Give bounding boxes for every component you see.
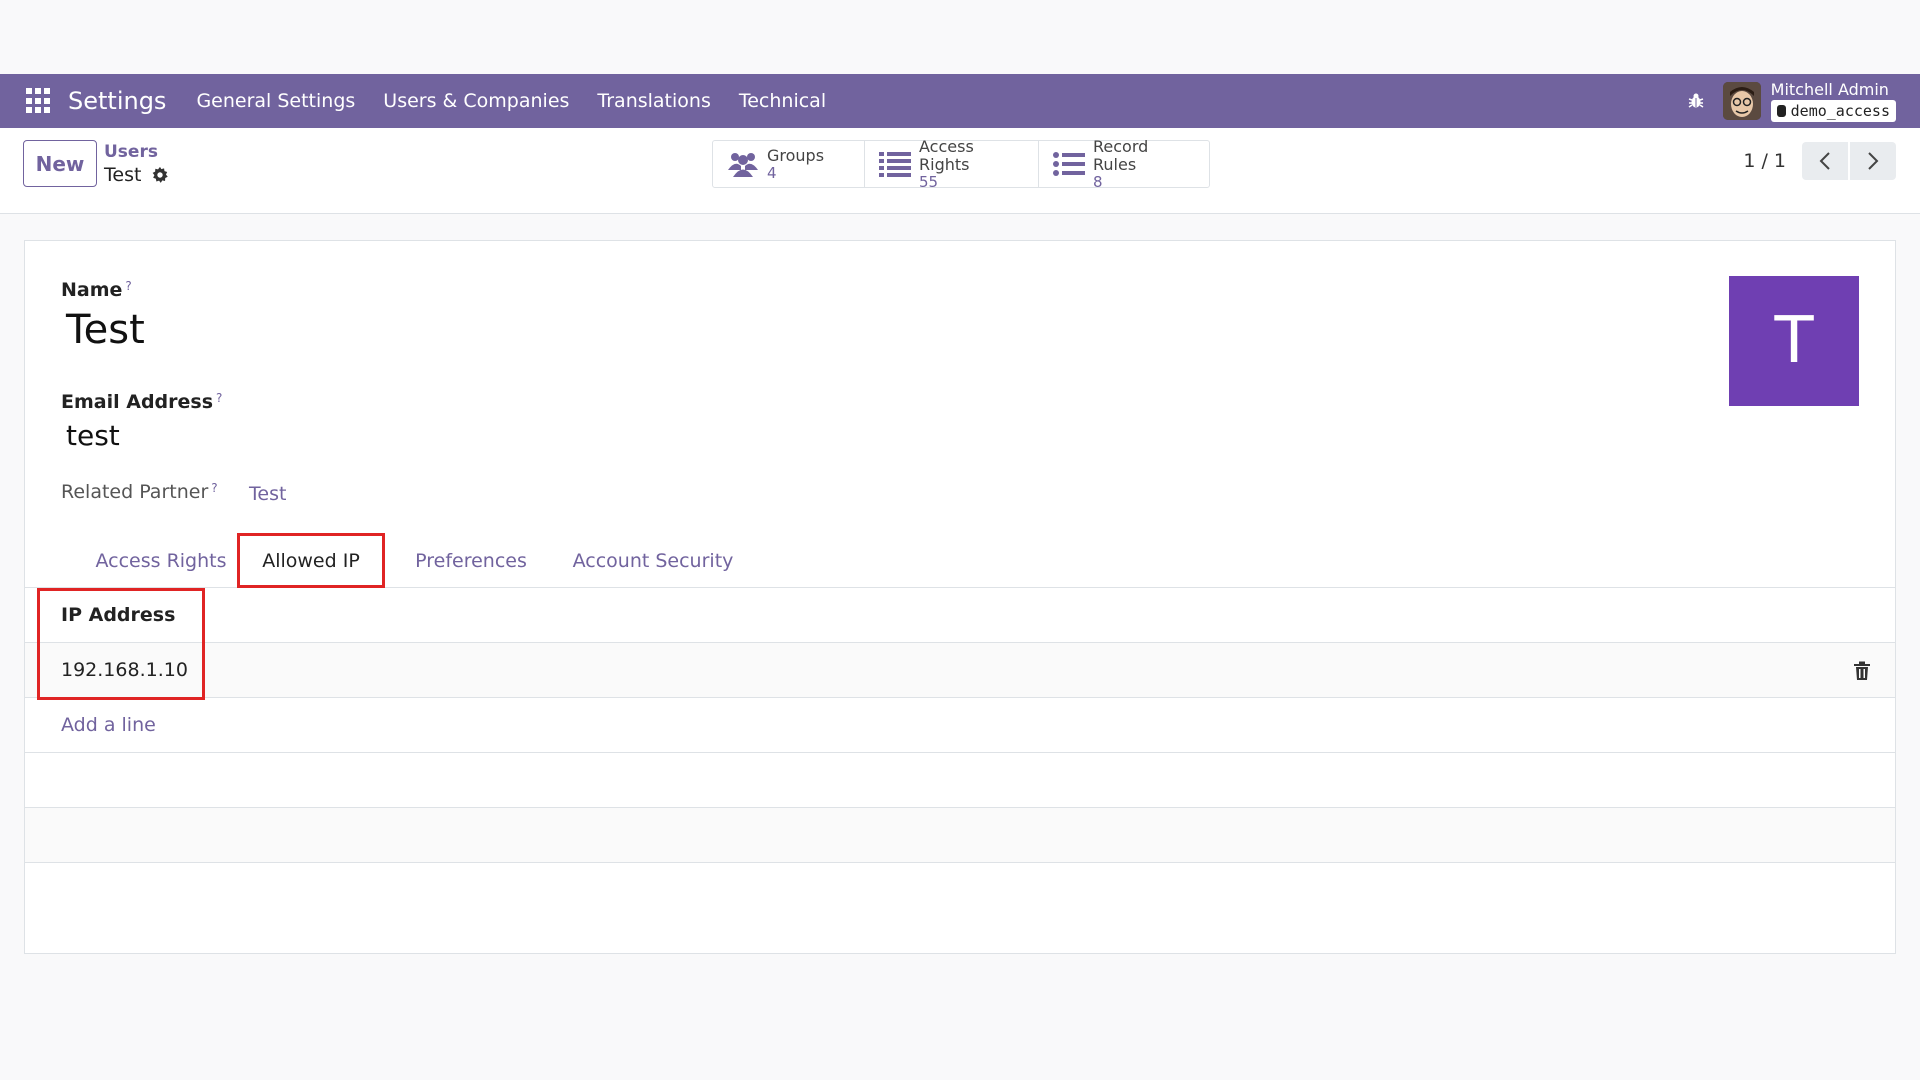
chevron-right-icon [1868, 152, 1879, 170]
pager: 1 / 1 [1743, 142, 1896, 180]
tab-allowed-ip[interactable]: Allowed IP [237, 533, 385, 588]
breadcrumb: Users Test [104, 142, 169, 186]
name-field[interactable]: Test [66, 307, 145, 353]
record-rules-count: 8 [1093, 172, 1103, 191]
access-rights-smart-button[interactable]: Access Rights 55 [865, 136, 1039, 190]
user-name: Mitchell Admin [1770, 79, 1889, 99]
email-label: Email Address? [61, 391, 223, 413]
groups-count: 4 [767, 163, 777, 182]
breadcrumb-current: Test [104, 164, 169, 186]
gear-icon[interactable] [151, 166, 169, 184]
groups-label: Groups [767, 145, 825, 165]
user-avatar-image[interactable]: T [1729, 276, 1859, 406]
column-ip-address[interactable]: IP Address [25, 604, 175, 626]
related-partner-label: Related Partner? [61, 481, 218, 503]
bullet-list-icon [1053, 150, 1085, 178]
name-label: Name? [61, 279, 132, 301]
name-help-mark[interactable]: ? [125, 279, 131, 293]
form-tabs: Access Rights Allowed IP Preferences Acc… [25, 533, 1895, 588]
menu-technical[interactable]: Technical [725, 90, 840, 112]
debug-bug-icon[interactable] [1685, 90, 1707, 112]
navbar-right: Mitchell Admin demo_access [1685, 74, 1896, 128]
partner-help-mark[interactable]: ? [211, 481, 217, 495]
new-button[interactable]: New [23, 140, 97, 187]
top-navbar: Settings General Settings Users & Compan… [0, 74, 1920, 128]
add-a-line-link[interactable]: Add a line [25, 714, 156, 736]
tab-account-security[interactable]: Account Security [555, 533, 751, 588]
chevron-left-icon [1819, 152, 1830, 170]
related-partner-link[interactable]: Test [249, 483, 286, 505]
allowed-ip-table: IP Address 192.168.1.10 Add a line [25, 588, 1895, 863]
database-badge: demo_access [1770, 99, 1896, 122]
menu-users-companies[interactable]: Users & Companies [369, 90, 583, 112]
database-name: demo_access [1790, 101, 1890, 120]
smart-buttons: Groups 4 Access Rights 55 Record Rules 8 [712, 136, 1210, 190]
add-line-row: Add a line [25, 698, 1895, 753]
pager-next-button[interactable] [1850, 142, 1896, 180]
breadcrumb-current-label: Test [104, 164, 142, 186]
users-group-icon [727, 150, 759, 178]
email-help-mark[interactable]: ? [216, 391, 222, 405]
groups-smart-button[interactable]: Groups 4 [713, 141, 865, 187]
apps-menu-icon[interactable] [26, 88, 52, 114]
tab-access-rights[interactable]: Access Rights [81, 533, 241, 588]
breadcrumb-users[interactable]: Users [104, 142, 169, 162]
database-icon [1776, 104, 1786, 117]
app-brand[interactable]: Settings [68, 87, 166, 115]
email-field[interactable]: test [66, 419, 120, 452]
ip-address-cell[interactable]: 192.168.1.10 [25, 659, 188, 681]
table-row[interactable]: 192.168.1.10 [25, 643, 1895, 698]
tab-preferences[interactable]: Preferences [395, 533, 547, 588]
list-icon [879, 150, 911, 178]
menu-translations[interactable]: Translations [583, 90, 724, 112]
record-rules-label: Record Rules [1093, 136, 1149, 174]
trash-icon[interactable] [1853, 661, 1871, 681]
record-rules-smart-button[interactable]: Record Rules 8 [1039, 136, 1209, 190]
main-menu: General Settings Users & Companies Trans… [182, 90, 840, 112]
pager-previous-button[interactable] [1802, 142, 1848, 180]
user-avatar[interactable] [1722, 82, 1761, 120]
menu-general-settings[interactable]: General Settings [182, 90, 369, 112]
empty-row [25, 808, 1895, 863]
user-menu[interactable]: Mitchell Admin demo_access [1770, 79, 1896, 122]
control-panel: New Users Test Groups 4 Access Rights 55 [0, 128, 1920, 214]
access-rights-label: Access Rights [919, 136, 974, 174]
table-header: IP Address [25, 588, 1895, 643]
access-rights-count: 55 [919, 172, 939, 191]
empty-row [25, 753, 1895, 808]
form-sheet: Name? Test Email Address? test Related P… [24, 240, 1896, 954]
pager-value[interactable]: 1 / 1 [1743, 150, 1786, 172]
